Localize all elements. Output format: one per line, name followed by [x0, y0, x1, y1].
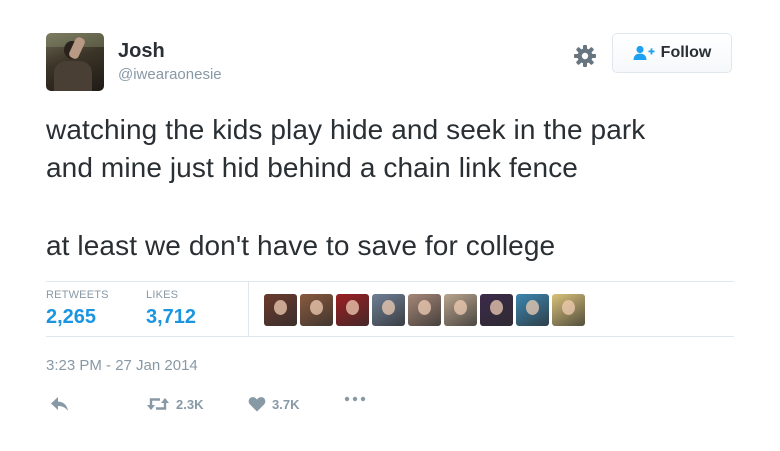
more-button[interactable]	[344, 396, 366, 402]
likes-label: LIKES	[146, 289, 179, 301]
retweets-stat[interactable]: RETWEETS 2,265	[46, 289, 109, 329]
like-button[interactable]: 3.7K	[248, 396, 299, 412]
retweet-count: 2.3K	[176, 396, 204, 412]
divider	[46, 281, 734, 282]
retweets-count: 2,265	[46, 306, 97, 328]
liker-avatar[interactable]	[336, 294, 369, 326]
follow-button-label: Follow	[660, 44, 712, 61]
liker-avatar[interactable]	[264, 294, 297, 326]
author-name[interactable]: Josh	[118, 40, 165, 63]
likes-stat[interactable]: LIKES 3,712	[146, 289, 196, 329]
retweet-button[interactable]: 2.3K	[146, 396, 203, 412]
tweet-text-line: at least we don't have to save for colle…	[46, 230, 556, 261]
reply-icon	[51, 397, 68, 411]
stats-divider	[248, 281, 249, 336]
heart-icon	[248, 397, 266, 412]
liker-avatar[interactable]	[372, 294, 405, 326]
tweet-text-line: watching the kids play hide and seek in …	[46, 114, 646, 145]
gear-icon[interactable]	[573, 44, 597, 68]
liker-avatar[interactable]	[552, 294, 585, 326]
like-count: 3.7K	[272, 396, 300, 412]
reply-button[interactable]	[50, 396, 70, 412]
retweet-icon	[147, 398, 169, 410]
liker-avatar[interactable]	[444, 294, 477, 326]
retweets-label: RETWEETS	[46, 289, 109, 301]
follow-button[interactable]: Follow	[612, 33, 732, 73]
liker-avatar[interactable]	[300, 294, 333, 326]
tweet-text-line: and mine just hid behind a chain link fe…	[46, 152, 578, 183]
likes-count: 3,712	[146, 306, 197, 328]
liker-avatars	[264, 294, 585, 326]
divider	[46, 336, 734, 337]
author-handle[interactable]: @iwearaonesie	[118, 66, 222, 83]
liker-avatar[interactable]	[408, 294, 441, 326]
liker-avatar[interactable]	[480, 294, 513, 326]
tweet-timestamp[interactable]: 3:23 PM - 27 Jan 2014	[46, 357, 198, 374]
liker-avatar[interactable]	[516, 294, 549, 326]
avatar-figure-body	[54, 61, 92, 91]
more-dots-icon	[344, 396, 366, 402]
author-avatar[interactable]	[46, 33, 104, 91]
user-plus-icon	[633, 45, 655, 60]
